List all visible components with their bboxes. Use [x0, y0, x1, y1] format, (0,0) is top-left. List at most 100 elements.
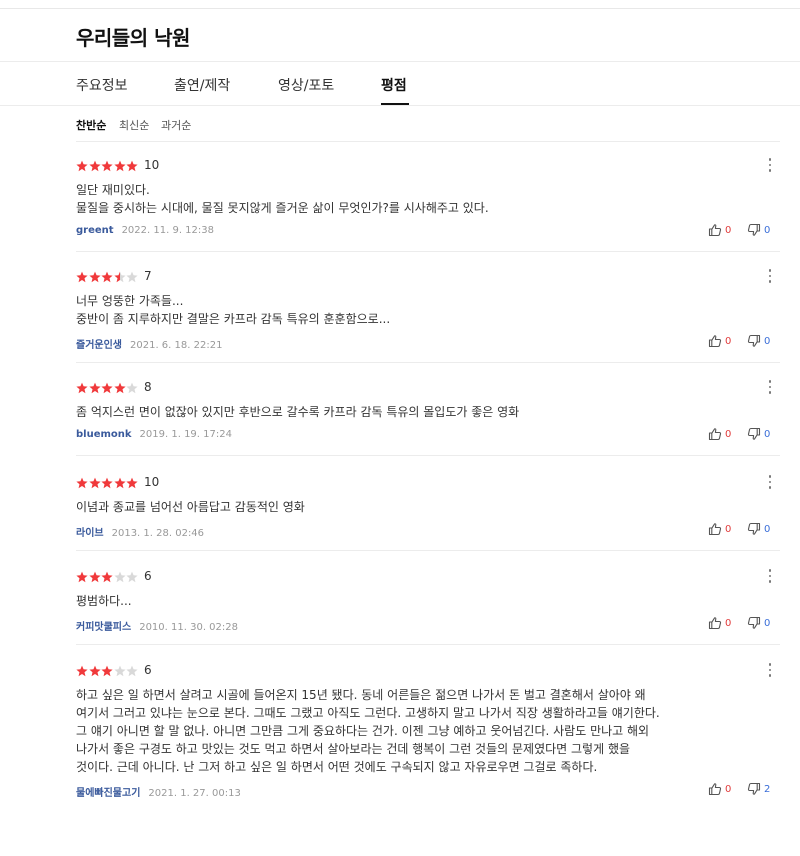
- vote-group: 00: [708, 427, 774, 441]
- star-rating: [76, 160, 139, 172]
- rating-score: 8: [144, 380, 152, 394]
- more-vertical-icon[interactable]: [766, 474, 774, 490]
- like-button[interactable]: 0: [708, 522, 731, 536]
- thumbs-up-icon: [708, 616, 722, 630]
- star-icon: [101, 477, 114, 489]
- like-count: 0: [725, 428, 732, 440]
- like-count: 0: [725, 617, 732, 629]
- tab-main-info[interactable]: 주요정보: [76, 75, 128, 95]
- like-button[interactable]: 0: [708, 427, 731, 441]
- star-icon: [114, 271, 127, 283]
- tab-bar: 주요정보 출연/제작 영상/포토 평점: [0, 61, 800, 106]
- star-icon: [114, 477, 127, 489]
- tab-media[interactable]: 영상/포토: [278, 75, 334, 95]
- review-date: 2021. 6. 18. 22:21: [130, 340, 223, 351]
- thumbs-up-icon: [708, 782, 722, 796]
- star-icon: [114, 571, 127, 583]
- dislike-count: 0: [764, 617, 771, 629]
- star-rating: [76, 477, 139, 489]
- star-icon: [88, 160, 102, 172]
- review-text: 일단 재미있다. 물질을 중시하는 시대에, 물질 못지않게 즐거운 삶이 무엇…: [76, 183, 489, 215]
- star-icon: [126, 665, 139, 677]
- star-icon: [126, 160, 139, 172]
- review-meta: greent 2022. 11. 9. 12:38: [76, 225, 214, 236]
- review-date: 2021. 1. 27. 00:13: [148, 788, 241, 799]
- dislike-button[interactable]: 2: [747, 782, 770, 796]
- like-button[interactable]: 0: [708, 782, 731, 796]
- like-count: 0: [725, 523, 732, 535]
- dislike-button[interactable]: 0: [747, 334, 770, 348]
- review-author[interactable]: greent: [76, 225, 114, 236]
- review-meta: 라이브 2013. 1. 28. 02:46: [76, 524, 204, 539]
- dislike-button[interactable]: 0: [747, 223, 770, 237]
- review-divider: [76, 251, 780, 252]
- tab-ratings[interactable]: 평점: [381, 75, 407, 95]
- tab-cast-crew[interactable]: 출연/제작: [174, 75, 230, 95]
- thumbs-down-icon: [747, 522, 761, 536]
- star-icon: [101, 665, 114, 677]
- review-divider: [76, 550, 780, 551]
- review-author[interactable]: 물에빠진물고기: [76, 788, 140, 799]
- star-icon: [126, 571, 139, 583]
- more-vertical-icon[interactable]: [766, 662, 774, 678]
- star-icon: [76, 665, 89, 677]
- star-icon: [76, 160, 89, 172]
- review-author[interactable]: bluemonk: [76, 429, 132, 440]
- star-icon: [101, 160, 114, 172]
- like-count: 0: [725, 335, 732, 347]
- sort-by-votes[interactable]: 찬반순: [76, 117, 106, 133]
- like-button[interactable]: 0: [708, 616, 731, 630]
- like-button[interactable]: 0: [708, 334, 731, 348]
- like-button[interactable]: 0: [708, 223, 731, 237]
- like-count: 0: [725, 783, 732, 795]
- review-text: 평범하다...: [76, 594, 132, 608]
- star-icon: [88, 571, 102, 583]
- star-icon: [76, 271, 89, 283]
- dislike-button[interactable]: 0: [747, 427, 770, 441]
- sort-by-newest[interactable]: 최신순: [119, 117, 149, 133]
- review-date: 2013. 1. 28. 02:46: [111, 528, 205, 539]
- sort-divider: [76, 141, 780, 142]
- review-date: 2019. 1. 19. 17:24: [139, 429, 232, 440]
- star-icon: [126, 271, 139, 283]
- top-divider: [0, 8, 800, 9]
- review-author[interactable]: 라이브: [76, 528, 104, 539]
- vote-group: 00: [708, 616, 774, 630]
- star-rating: [76, 665, 139, 677]
- star-icon: [114, 160, 127, 172]
- star-icon: [76, 477, 89, 489]
- dislike-count: 0: [764, 523, 771, 535]
- star-rating: [76, 271, 139, 283]
- star-icon: [126, 382, 139, 394]
- review-meta: 물에빠진물고기 2021. 1. 27. 00:13: [76, 784, 241, 799]
- sort-by-oldest[interactable]: 과거순: [161, 117, 191, 133]
- rating-score: 10: [144, 475, 160, 489]
- review-meta: 커피맛쿨피스 2010. 11. 30. 02:28: [76, 618, 238, 633]
- like-count: 0: [725, 224, 732, 236]
- star-icon: [76, 571, 89, 583]
- vote-group: 00: [708, 334, 774, 348]
- star-icon: [76, 382, 89, 394]
- thumbs-up-icon: [708, 427, 722, 441]
- star-icon: [88, 665, 102, 677]
- thumbs-down-icon: [747, 616, 761, 630]
- star-icon: [101, 382, 114, 394]
- review-author[interactable]: 커피맛쿨피스: [76, 622, 131, 633]
- more-vertical-icon[interactable]: [766, 568, 774, 584]
- thumbs-down-icon: [747, 334, 761, 348]
- active-tab-indicator: [381, 103, 409, 105]
- rating-score: 7: [144, 269, 152, 283]
- more-vertical-icon[interactable]: [766, 268, 774, 284]
- vote-group: 02: [708, 782, 774, 796]
- star-icon: [88, 477, 102, 489]
- star-rating: [76, 571, 139, 583]
- more-vertical-icon[interactable]: [766, 157, 774, 173]
- thumbs-up-icon: [708, 334, 722, 348]
- review-date: 2010. 11. 30. 02:28: [139, 622, 238, 633]
- star-icon: [88, 271, 102, 283]
- dislike-button[interactable]: 0: [747, 616, 770, 630]
- review-divider: [76, 455, 780, 456]
- review-author[interactable]: 즐거운인생: [76, 340, 122, 351]
- dislike-button[interactable]: 0: [747, 522, 770, 536]
- more-vertical-icon[interactable]: [766, 379, 774, 395]
